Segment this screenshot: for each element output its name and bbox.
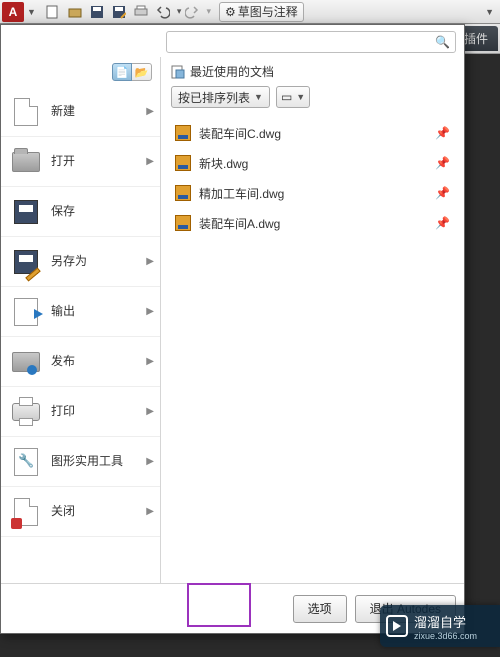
qat-save-icon[interactable] [87,2,107,22]
chevron-right-icon: ▶ [146,356,154,367]
workspace-label: 草图与注释 [238,3,298,20]
dwg-file-icon [175,125,191,141]
workspace-arrow[interactable]: ▼ [485,7,494,17]
right-pane: 最近使用的文档 按已排序列表 ▼ ▭ ▼ 装配车间C.dwg 📌 新块.dw [161,57,464,583]
list-view-icon: ▭ [281,90,292,104]
chevron-down-icon: ▼ [254,92,263,102]
recent-header-icon [171,65,185,79]
qat-undo-icon[interactable] [153,2,173,22]
search-input[interactable]: 🔍 [166,31,456,53]
left-pane: 📄 📂 新建 ▶ 打开 ▶ 保存 另存为 ▶ [1,57,161,583]
app-menu-arrow[interactable]: ▼ [27,7,36,17]
view-open-toggle[interactable]: 📂 [132,63,152,81]
menu-close[interactable]: 关闭 ▶ [1,487,160,537]
dwg-file-icon [175,215,191,231]
open-icon [11,147,41,177]
recent-file-item[interactable]: 装配车间A.dwg 📌 [171,208,454,238]
menu-saveas[interactable]: 另存为 ▶ [1,237,160,287]
recent-doc-icon: 📄 [115,66,129,79]
pin-icon[interactable]: 📌 [435,156,450,170]
search-icon: 🔍 [435,35,450,49]
options-button[interactable]: 选项 [293,595,347,623]
utilities-icon [11,447,41,477]
menu-export[interactable]: 输出 ▶ [1,287,160,337]
play-icon [386,615,408,637]
recent-file-item[interactable]: 装配车间C.dwg 📌 [171,118,454,148]
chevron-right-icon: ▶ [146,506,154,517]
recent-header: 最近使用的文档 [171,63,454,80]
export-icon [11,297,41,327]
qat-redo-arrow[interactable]: ▾ [206,6,211,17]
chevron-right-icon: ▶ [146,406,154,417]
close-icon [11,497,41,527]
watermark: 溜溜自学 zixue.3d66.com [380,605,500,647]
chevron-right-icon: ▶ [146,156,154,167]
chevron-down-icon: ▼ [296,92,305,102]
pin-icon[interactable]: 📌 [435,126,450,140]
menu-print[interactable]: 打印 ▶ [1,387,160,437]
quick-access-toolbar: A ▼ ▾ ▾ ⚙ 草图与注释 ▼ [0,0,500,24]
menu-new[interactable]: 新建 ▶ [1,87,160,137]
menu-open[interactable]: 打开 ▶ [1,137,160,187]
recent-file-item[interactable]: 新块.dwg 📌 [171,148,454,178]
qat-new-icon[interactable] [43,2,63,22]
chevron-right-icon: ▶ [146,256,154,267]
menu-utilities[interactable]: 图形实用工具 ▶ [1,437,160,487]
chevron-right-icon: ▶ [146,306,154,317]
pin-icon[interactable]: 📌 [435,186,450,200]
workspace-dropdown[interactable]: ⚙ 草图与注释 [219,2,304,22]
qat-open-icon[interactable] [65,2,85,22]
saveas-icon [11,247,41,277]
qat-saveas-icon[interactable] [109,2,129,22]
new-icon [11,97,41,127]
print-icon [11,397,41,427]
application-menu: 🔍 📄 📂 新建 ▶ 打开 ▶ 保存 [0,24,465,634]
gear-icon: ⚙ [225,5,236,19]
publish-icon [11,347,41,377]
chevron-right-icon: ▶ [146,106,154,117]
dwg-file-icon [175,185,191,201]
sort-dropdown[interactable]: 按已排序列表 ▼ [171,86,270,108]
view-mode-dropdown[interactable]: ▭ ▼ [276,86,310,108]
save-icon [11,197,41,227]
view-recent-toggle[interactable]: 📄 [112,63,132,81]
qat-print-icon[interactable] [131,2,151,22]
menu-publish[interactable]: 发布 ▶ [1,337,160,387]
chevron-right-icon: ▶ [146,456,154,467]
menu-save[interactable]: 保存 [1,187,160,237]
app-logo[interactable]: A [2,2,24,22]
open-doc-icon: 📂 [135,66,149,79]
pin-icon[interactable]: 📌 [435,216,450,230]
qat-redo-icon[interactable] [182,2,202,22]
dwg-file-icon [175,155,191,171]
qat-undo-arrow[interactable]: ▾ [177,6,182,17]
recent-file-item[interactable]: 精加工车间.dwg 📌 [171,178,454,208]
